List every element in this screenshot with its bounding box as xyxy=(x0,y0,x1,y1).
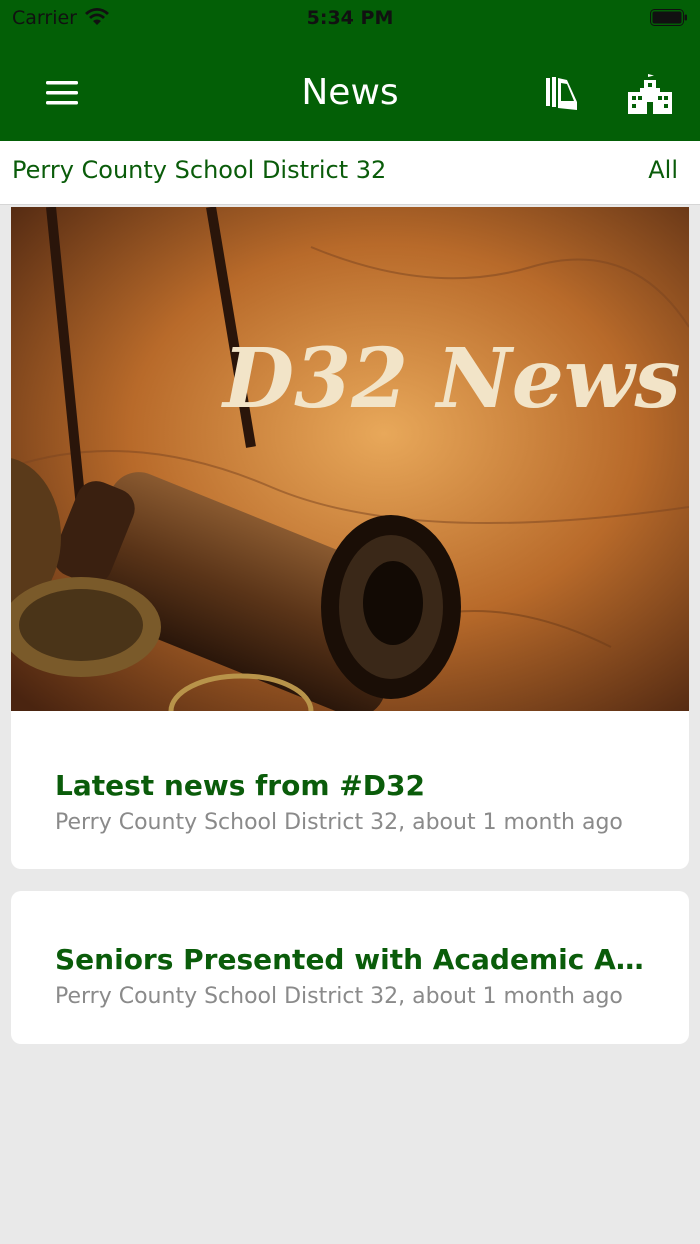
battery-icon xyxy=(650,9,687,26)
filter-all-button[interactable]: All xyxy=(648,156,678,184)
news-title[interactable]: Seniors Presented with Academic Awa... xyxy=(55,943,655,976)
district-filter-bar: Perry County School District 32 All xyxy=(0,141,700,205)
news-meta: Perry County School District 32, about 1… xyxy=(55,984,623,1009)
hero-text: D32 News xyxy=(221,331,681,427)
books-icon[interactable] xyxy=(543,74,579,112)
nav-bar: News xyxy=(0,36,700,141)
news-title[interactable]: Latest news from #D32 xyxy=(55,769,655,802)
news-hero-image: D32 News xyxy=(11,207,689,711)
district-name[interactable]: Perry County School District 32 xyxy=(12,156,386,184)
news-card[interactable]: Seniors Presented with Academic Awa... P… xyxy=(11,891,689,1044)
school-icon[interactable] xyxy=(626,74,674,114)
status-time: 5:34 PM xyxy=(306,7,394,29)
page-title: News xyxy=(301,72,399,113)
status-bar: Carrier 5:34 PM xyxy=(0,0,700,36)
news-meta: Perry County School District 32, about 1… xyxy=(55,810,623,835)
news-card[interactable]: D32 News Latest news from #D32 Perry Cou… xyxy=(11,207,689,869)
